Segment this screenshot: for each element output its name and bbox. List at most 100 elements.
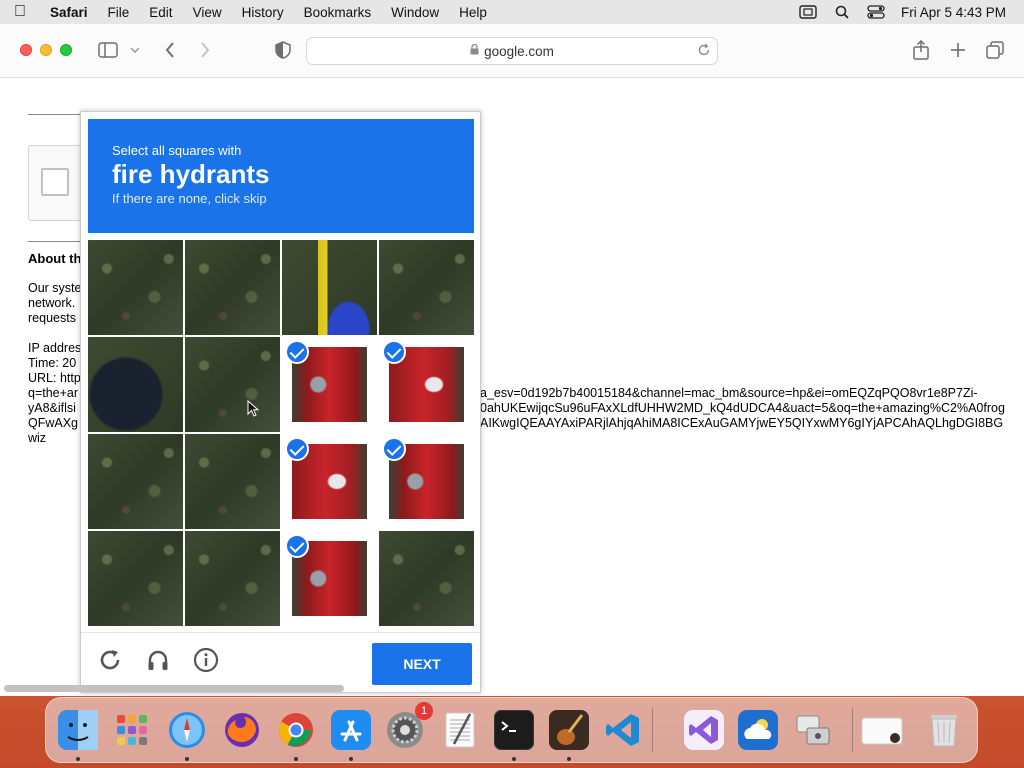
dock-cloud-app-icon[interactable]: [734, 706, 782, 754]
captcha-tile[interactable]: [282, 337, 377, 432]
privacy-shield-icon[interactable]: [272, 38, 294, 62]
dock-firefox-icon[interactable]: [218, 706, 266, 754]
middle-divider: [28, 241, 88, 242]
new-tab-icon[interactable]: [947, 38, 969, 62]
menu-bar:  Safari File Edit View History Bookmark…: [0, 0, 1024, 24]
recaptcha-anchor[interactable]: [28, 145, 88, 221]
tab-overview-icon[interactable]: [984, 38, 1006, 62]
captcha-tile[interactable]: [185, 240, 280, 335]
captcha-tile[interactable]: [88, 337, 183, 432]
captcha-tile-image: [88, 240, 183, 335]
dock-trash-icon[interactable]: [920, 706, 968, 754]
explanation-line-3: requests: [28, 311, 76, 325]
safari-window: google.com About th Our syste network. r…: [0, 24, 1024, 696]
dock-launchpad-icon[interactable]: [108, 706, 156, 754]
reload-icon[interactable]: [697, 43, 711, 60]
url-fragment-2: yA8&iflsi: [28, 401, 76, 415]
dock: 1: [45, 697, 978, 763]
captcha-tile[interactable]: [379, 531, 474, 626]
info-icon[interactable]: [189, 643, 223, 677]
captcha-tile[interactable]: [282, 240, 377, 335]
captcha-tile-image: [88, 337, 183, 432]
menu-app-name[interactable]: Safari: [40, 5, 98, 20]
captcha-subtext: If there are none, click skip: [112, 191, 267, 206]
url-text[interactable]: google.com: [484, 44, 554, 59]
menu-bookmarks[interactable]: Bookmarks: [294, 5, 382, 20]
captcha-tile[interactable]: [379, 337, 474, 432]
running-indicator: [349, 757, 353, 761]
captcha-tile[interactable]: [185, 337, 280, 432]
captcha-tile-image: [88, 531, 183, 626]
zoom-window-button[interactable]: [60, 44, 72, 56]
captcha-tile-image: [379, 531, 474, 626]
captcha-tile-image: [379, 240, 474, 335]
captcha-image-grid: [88, 240, 474, 626]
recaptcha-checkbox[interactable]: [41, 168, 69, 196]
captcha-tile[interactable]: [88, 434, 183, 529]
explanation-line-1: Our syste: [28, 281, 82, 295]
menu-help[interactable]: Help: [449, 5, 497, 20]
captcha-tile[interactable]: [282, 434, 377, 529]
forward-arrow-icon[interactable]: [195, 38, 215, 62]
control-center-icon[interactable]: [859, 5, 893, 19]
ip-address-label: IP addres: [28, 341, 82, 355]
captcha-tile-image: [185, 337, 280, 432]
captcha-tile[interactable]: [379, 240, 474, 335]
screen-mirroring-icon[interactable]: [791, 5, 825, 19]
menu-file[interactable]: File: [98, 5, 140, 20]
spotlight-search-icon[interactable]: [825, 5, 859, 19]
url-label: URL: http: [28, 371, 81, 385]
chevron-down-icon[interactable]: [128, 38, 142, 62]
menu-history[interactable]: History: [232, 5, 294, 20]
url-fragment-1: q=the+ar: [28, 386, 79, 400]
dock-visual-studio-icon[interactable]: [680, 706, 728, 754]
checkmark-icon: [382, 437, 406, 461]
dock-separator: [652, 708, 653, 752]
horizontal-scrollbar[interactable]: [4, 685, 344, 692]
menu-view[interactable]: View: [183, 5, 232, 20]
menu-window[interactable]: Window: [381, 5, 449, 20]
close-window-button[interactable]: [20, 44, 32, 56]
running-indicator: [294, 757, 298, 761]
running-indicator: [185, 757, 189, 761]
next-button[interactable]: NEXT: [372, 643, 472, 685]
captcha-tile[interactable]: [185, 531, 280, 626]
checkmark-icon: [285, 437, 309, 461]
dock-vscode-icon[interactable]: [599, 706, 647, 754]
dock-textedit-icon[interactable]: [436, 706, 484, 754]
top-divider: [28, 114, 88, 115]
captcha-tile[interactable]: [185, 434, 280, 529]
apple-menu-icon[interactable]: : [0, 3, 40, 21]
captcha-tile[interactable]: [282, 531, 377, 626]
captcha-tile[interactable]: [88, 240, 183, 335]
explanation-line-2: network.: [28, 296, 76, 310]
headphones-icon[interactable]: [141, 643, 175, 677]
minimize-window-button[interactable]: [40, 44, 52, 56]
notification-badge: 1: [415, 702, 433, 720]
menu-edit[interactable]: Edit: [139, 5, 182, 20]
captcha-tile-image: [185, 240, 280, 335]
reload-challenge-icon[interactable]: [93, 643, 127, 677]
dock-preview-window-icon[interactable]: [858, 706, 906, 754]
sidebar-toggle-icon[interactable]: [96, 38, 120, 62]
dock-safari-icon[interactable]: [163, 706, 211, 754]
dock-instruments-icon[interactable]: [545, 706, 593, 754]
captcha-tile[interactable]: [379, 434, 474, 529]
captcha-header: Select all squares with fire hydrants If…: [88, 119, 474, 233]
dock-finder-icon[interactable]: [54, 706, 102, 754]
captcha-tile-image: [185, 434, 280, 529]
dock-terminal-icon[interactable]: [490, 706, 538, 754]
running-indicator: [567, 757, 571, 761]
address-bar[interactable]: google.com: [306, 37, 718, 65]
url-fragment-3: QFwAXg: [28, 416, 79, 430]
share-icon[interactable]: [910, 38, 932, 62]
browser-toolbar: google.com: [0, 24, 1024, 78]
captcha-tile[interactable]: [88, 531, 183, 626]
menu-bar-clock[interactable]: Fri Apr 5 4:43 PM: [893, 5, 1024, 20]
dock-migration-assistant-icon[interactable]: [789, 706, 837, 754]
back-arrow-icon[interactable]: [160, 38, 180, 62]
captcha-instruction: Select all squares with: [112, 143, 242, 158]
url-fragment-4: wiz: [28, 431, 47, 445]
dock-app-store-icon[interactable]: [327, 706, 375, 754]
dock-chrome-icon[interactable]: [272, 706, 320, 754]
